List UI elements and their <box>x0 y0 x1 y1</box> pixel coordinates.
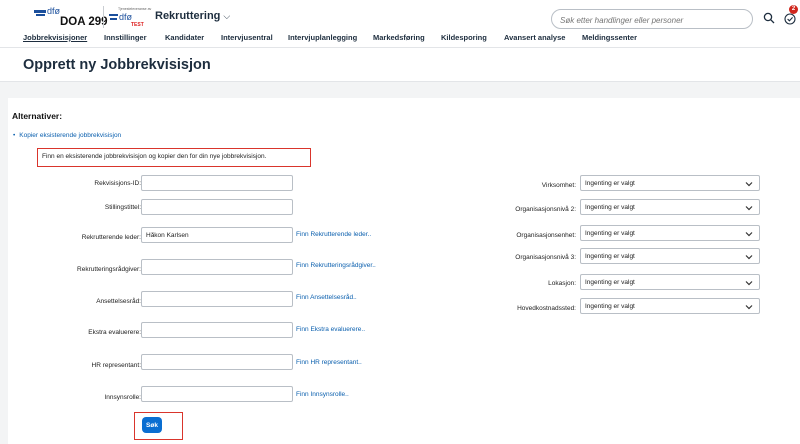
viewer-role-input[interactable] <box>141 386 293 402</box>
nav-jobbrekvisisjoner[interactable]: Jobbrekvisisjoner <box>23 33 87 42</box>
hr-representative-label: HR representant: <box>91 362 142 369</box>
nav-innstillinger[interactable]: Innstillinger <box>104 33 147 42</box>
nav-intervjuplanlegging[interactable]: Intervjuplanlegging <box>288 33 357 42</box>
nav-kandidater[interactable]: Kandidater <box>165 33 204 42</box>
org-level-3-label: Organisasjonsnivå 3: <box>515 254 576 261</box>
org-level-2-value: Ingenting er valgt <box>585 204 635 211</box>
hr-representative-input[interactable] <box>141 354 293 370</box>
chevron-down-icon <box>745 305 753 310</box>
chevron-down-icon <box>745 281 753 286</box>
search-icon[interactable] <box>763 12 775 24</box>
location-select[interactable]: Ingenting er valgt <box>580 274 760 290</box>
cost-center-select[interactable]: Ingenting er valgt <box>580 298 760 314</box>
copy-link-label: Kopier eksisterende jobbrekvisisjon <box>19 132 122 139</box>
bullet-icon: • <box>13 132 16 139</box>
logo-divider <box>103 6 104 28</box>
logo2-text: dfø <box>119 12 133 22</box>
chevron-down-icon <box>745 255 753 260</box>
app-menu-button[interactable]: Rekruttering ⌵ <box>155 10 230 22</box>
org-level-2-label: Organisasjonsnivå 2: <box>515 206 576 213</box>
find-viewer-role-link[interactable]: Finn Innsynsrolle.. <box>296 391 349 398</box>
find-recruiter-link[interactable]: Finn Rekrutteringsrådgiver.. <box>296 262 376 269</box>
global-search[interactable] <box>551 9 753 30</box>
notification-badge: 2 <box>789 5 798 14</box>
search-button[interactable]: Søk <box>142 417 162 433</box>
nav-intervjusentral[interactable]: Intervjusentral <box>221 33 273 42</box>
nav-markedsforing[interactable]: Markedsføring <box>373 33 425 42</box>
search-button-highlight: Søk <box>134 412 183 440</box>
chevron-down-icon <box>745 232 753 237</box>
org-level-3-value: Ingenting er valgt <box>585 253 635 260</box>
business-unit-value: Ingenting er valgt <box>585 180 635 187</box>
copy-hint-text: Finn en eksisterende jobbrekvisisjon og … <box>42 153 267 160</box>
recruiter-label: Rekrutteringsrådgiver: <box>77 266 141 273</box>
alternatives-heading: Alternativer: <box>12 111 63 121</box>
search-input[interactable] <box>560 11 750 30</box>
logo-mark <box>109 14 118 16</box>
job-title-label: Stillingstittel: <box>104 204 141 211</box>
logo-text: dfø <box>47 6 61 16</box>
hiring-committee-label: Ansettelsesråd: <box>96 298 141 305</box>
cost-center-label: Hovedkostnadssted: <box>517 305 576 312</box>
logo-mark <box>110 18 117 20</box>
org-level-2-select[interactable]: Ingenting er valgt <box>580 199 760 215</box>
org-unit-value: Ingenting er valgt <box>585 230 635 237</box>
business-unit-select[interactable]: Ingenting er valgt <box>580 175 760 191</box>
copy-requisition-link[interactable]: • Kopier eksisterende jobbrekvisisjon <box>13 132 121 139</box>
dfo-test-logo: Tjenesteleveranse av dfø TEST <box>109 7 151 31</box>
logo-mark <box>34 10 46 13</box>
requisition-id-input[interactable] <box>141 175 293 191</box>
test-badge: TEST <box>131 22 144 28</box>
page-title: Opprett ny Jobbrekvisisjon <box>23 57 211 73</box>
location-value: Ingenting er valgt <box>585 279 635 286</box>
search-form-panel: Alternativer: • Kopier eksisterende jobbr… <box>8 98 800 444</box>
recruiter-input[interactable] <box>141 259 293 275</box>
viewer-role-label: Innsynsrolle: <box>104 394 142 401</box>
org-code: DOA 299 <box>60 16 108 28</box>
org-unit-label: Organisasjonsenhet: <box>516 232 576 239</box>
find-hiring-committee-link[interactable]: Finn Ansettelsesråd.. <box>296 294 357 301</box>
chevron-down-icon: ⌵ <box>223 11 231 21</box>
chevron-down-icon <box>745 182 753 187</box>
business-unit-label: Virksomhet: <box>541 182 576 189</box>
page-title-bar: Opprett ny Jobbrekvisisjon <box>0 48 800 82</box>
chevron-down-icon <box>745 206 753 211</box>
app-menu-label: Rekruttering <box>155 10 221 22</box>
org-unit-select[interactable]: Ingenting er valgt <box>580 225 760 241</box>
extra-evaluators-label: Ekstra evaluerere: <box>88 329 141 336</box>
find-extra-evaluators-link[interactable]: Finn Ekstra evaluerere.. <box>296 326 365 333</box>
hiring-manager-input[interactable] <box>141 227 293 243</box>
find-hr-representative-link[interactable]: Finn HR representant.. <box>296 359 362 366</box>
logo2-caption: Tjenesteleveranse av <box>118 7 152 11</box>
copy-hint-box: Finn en eksisterende jobbrekvisisjon og … <box>37 148 311 167</box>
main-nav: Jobbrekvisisjoner Innstillinger Kandidat… <box>0 33 800 47</box>
hiring-manager-label: Rekrutterende leder: <box>81 234 141 241</box>
logo-mark <box>36 14 45 16</box>
dfo-logo[interactable]: dfø DOA 299 <box>34 6 108 28</box>
extra-evaluators-input[interactable] <box>141 322 293 338</box>
org-level-3-select[interactable]: Ingenting er valgt <box>580 248 760 264</box>
requisition-id-label: Rekvisisjons-ID: <box>94 180 141 187</box>
cost-center-value: Ingenting er valgt <box>585 303 635 310</box>
nav-avansert-analyse[interactable]: Avansert analyse <box>504 33 565 42</box>
nav-kildesporing[interactable]: Kildesporing <box>441 33 487 42</box>
nav-meldingssenter[interactable]: Meldingssenter <box>582 33 637 42</box>
location-label: Lokasjon: <box>548 280 576 287</box>
shell-header: dfø DOA 299 Tjenesteleveranse av dfø TES… <box>0 0 800 48</box>
job-title-input[interactable] <box>141 199 293 215</box>
hiring-committee-input[interactable] <box>141 291 293 307</box>
find-hiring-manager-link[interactable]: Finn Rekrutterende leder.. <box>296 231 371 238</box>
